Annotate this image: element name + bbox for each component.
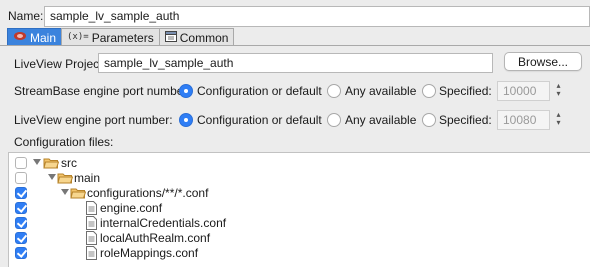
parameters-tab-icon: (x)= — [67, 32, 89, 42]
config-files-tree[interactable]: src main configurations/**/*.conf engine… — [8, 152, 590, 267]
tree-item-label: configurations/**/*.conf — [87, 186, 209, 200]
folder-open-icon — [70, 188, 86, 199]
tab-main[interactable]: Main — [7, 28, 63, 46]
text-file-icon — [86, 246, 97, 260]
streambase-any-available-radio[interactable] — [327, 84, 341, 98]
tree-row-main[interactable]: main — [9, 171, 590, 186]
main-tab-icon — [13, 31, 27, 44]
tree-row-file[interactable]: engine.conf — [9, 201, 590, 216]
tree-item-label: main — [74, 171, 101, 185]
folder-open-icon — [57, 173, 73, 184]
tree-checkbox[interactable] — [15, 172, 27, 184]
stepper-down-icon: ▾ — [556, 118, 561, 127]
config-files-label: Configuration files: — [14, 135, 114, 149]
stepper-down-icon: ▾ — [556, 89, 561, 98]
liveview-project-field[interactable]: sample_lv_sample_auth — [98, 53, 493, 73]
tree-checkbox[interactable] — [15, 202, 27, 214]
expand-triangle-icon[interactable] — [48, 174, 56, 180]
tree-row-file[interactable]: roleMappings.conf — [9, 246, 590, 261]
tab-parameters[interactable]: (x)= Parameters — [61, 28, 160, 46]
liveview-config-default-label: Configuration or default — [197, 113, 322, 127]
name-field[interactable]: sample_lv_sample_auth — [44, 6, 590, 27]
liveview-project-label: LiveView Project: — [14, 57, 106, 71]
tree-item-label: roleMappings.conf — [100, 246, 199, 260]
tree-item-label: localAuthRealm.conf — [100, 231, 211, 245]
tree-checkbox[interactable] — [15, 217, 27, 229]
streambase-config-default-label: Configuration or default — [197, 84, 322, 98]
tree-row-file[interactable]: localAuthRealm.conf — [9, 231, 590, 246]
tree-checkbox[interactable] — [15, 232, 27, 244]
expand-triangle-icon[interactable] — [61, 189, 69, 195]
streambase-port-label: StreamBase engine port number: — [14, 84, 191, 98]
tree-item-label: engine.conf — [100, 201, 163, 215]
tab-main-label: Main — [30, 30, 57, 45]
common-tab-icon — [164, 30, 177, 45]
name-label: Name: — [8, 9, 44, 23]
liveview-any-available-label: Any available — [345, 113, 417, 127]
liveview-specified-label: Specified: — [439, 113, 492, 127]
tree-checkbox[interactable] — [15, 247, 27, 259]
tree-row-file[interactable]: internalCredentials.conf — [9, 216, 590, 231]
expand-triangle-icon[interactable] — [33, 159, 41, 165]
streambase-config-default-radio[interactable] — [179, 84, 193, 98]
text-file-icon — [86, 231, 97, 245]
streambase-any-available-label: Any available — [345, 84, 417, 98]
folder-open-icon — [43, 158, 59, 169]
liveview-config-default-radio[interactable] — [179, 113, 193, 127]
streambase-specified-radio[interactable] — [422, 84, 436, 98]
text-file-icon — [86, 216, 97, 230]
text-file-icon — [86, 201, 97, 215]
tab-parameters-label: Parameters — [91, 30, 154, 45]
tree-item-label: src — [61, 156, 77, 170]
tab-common-label: Common — [179, 30, 229, 45]
liveview-specified-radio[interactable] — [422, 113, 436, 127]
tree-row-configurations[interactable]: configurations/**/*.conf — [9, 186, 590, 201]
streambase-port-field[interactable]: 10000 — [497, 81, 550, 101]
liveview-port-field[interactable]: 10080 — [497, 110, 550, 130]
tree-item-label: internalCredentials.conf — [100, 216, 227, 230]
liveview-port-label: LiveView engine port number: — [14, 113, 173, 127]
tab-bar: Main (x)= Parameters Common — [7, 28, 235, 46]
browse-button[interactable]: Browse... — [504, 52, 582, 71]
liveview-any-available-radio[interactable] — [327, 113, 341, 127]
tree-row-src[interactable]: src — [9, 156, 590, 171]
streambase-specified-label: Specified: — [439, 84, 492, 98]
tree-checkbox[interactable] — [15, 187, 27, 199]
liveview-port-stepper[interactable]: ▴ ▾ — [554, 110, 563, 128]
tree-checkbox[interactable] — [15, 157, 27, 169]
streambase-port-stepper[interactable]: ▴ ▾ — [554, 81, 563, 99]
tab-divider — [0, 45, 590, 46]
tab-common[interactable]: Common — [158, 28, 235, 46]
